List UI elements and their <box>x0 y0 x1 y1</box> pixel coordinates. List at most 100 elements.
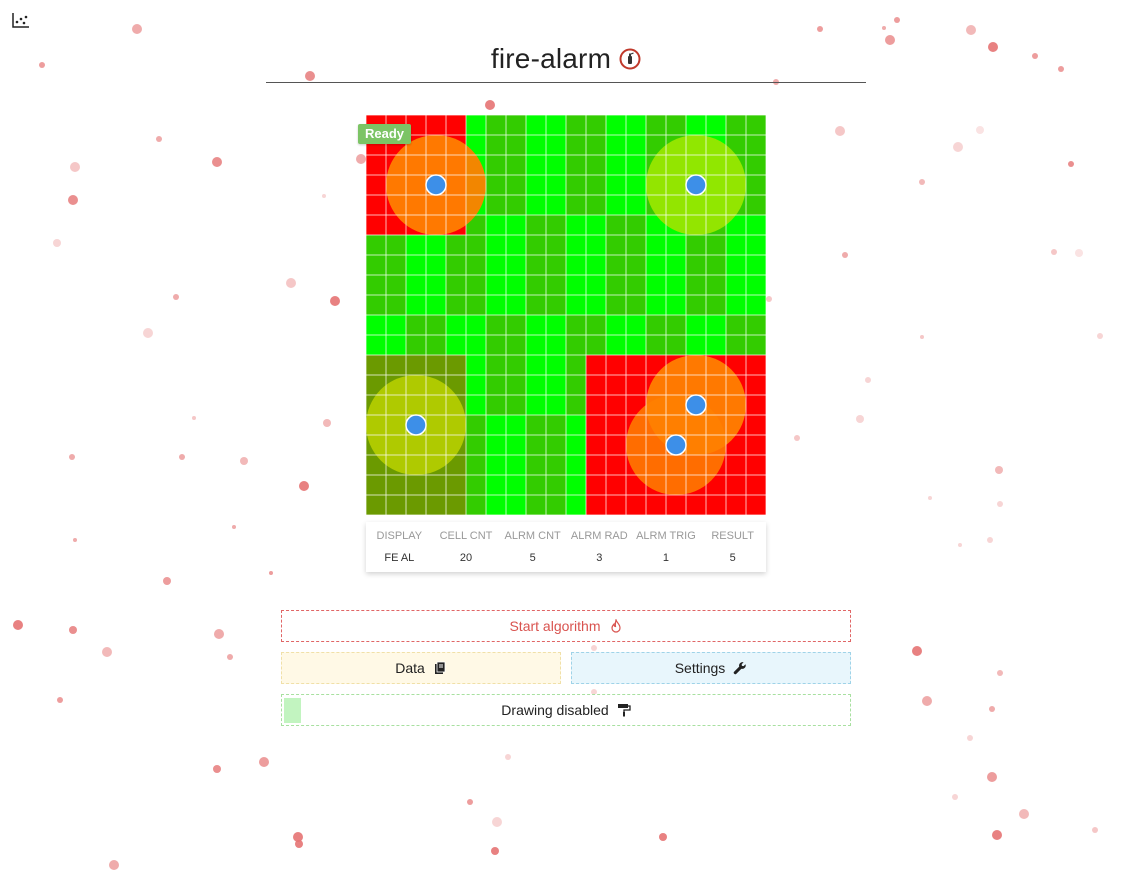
grid-cell[interactable] <box>466 455 486 475</box>
grid-cell[interactable] <box>546 375 566 395</box>
grid-cell[interactable] <box>546 495 566 515</box>
grid-cell[interactable] <box>726 495 746 515</box>
grid-cell[interactable] <box>566 335 586 355</box>
grid-cell[interactable] <box>586 275 606 295</box>
grid-cell[interactable] <box>406 295 426 315</box>
grid-cell[interactable] <box>526 335 546 355</box>
grid-cell[interactable] <box>546 355 566 375</box>
grid-cell[interactable] <box>546 475 566 495</box>
grid-cell[interactable] <box>566 495 586 515</box>
grid-cell[interactable] <box>746 115 766 135</box>
grid-cell[interactable] <box>526 475 546 495</box>
grid-cell[interactable] <box>586 355 606 375</box>
grid-cell[interactable] <box>546 295 566 315</box>
grid-cell[interactable] <box>626 275 646 295</box>
grid-cell[interactable] <box>666 275 686 295</box>
grid-cell[interactable] <box>746 175 766 195</box>
alarm-dot[interactable] <box>685 394 707 416</box>
grid-cell[interactable] <box>366 155 386 175</box>
alarm-dot[interactable] <box>425 174 447 196</box>
alarm-dot[interactable] <box>405 414 427 436</box>
grid-cell[interactable] <box>586 255 606 275</box>
grid-cell[interactable] <box>406 235 426 255</box>
grid-cell[interactable] <box>566 115 586 135</box>
grid-cell[interactable] <box>706 295 726 315</box>
grid-cell[interactable] <box>506 435 526 455</box>
grid-cell[interactable] <box>406 355 426 375</box>
grid-cell[interactable] <box>746 335 766 355</box>
grid-cell[interactable] <box>406 335 426 355</box>
grid-cell[interactable] <box>706 495 726 515</box>
grid-cell[interactable] <box>726 455 746 475</box>
grid-cell[interactable] <box>706 315 726 335</box>
grid-cell[interactable] <box>586 475 606 495</box>
grid-cell[interactable] <box>366 175 386 195</box>
grid-cell[interactable] <box>586 195 606 215</box>
grid-cell[interactable] <box>526 175 546 195</box>
grid-cell[interactable] <box>366 235 386 255</box>
grid-cell[interactable] <box>506 355 526 375</box>
grid-cell[interactable] <box>466 235 486 255</box>
grid-cell[interactable] <box>446 115 466 135</box>
grid-cell[interactable] <box>546 395 566 415</box>
grid-cell[interactable] <box>526 275 546 295</box>
alarm-dot[interactable] <box>665 434 687 456</box>
grid-cell[interactable] <box>606 255 626 275</box>
grid-cell[interactable] <box>626 255 646 275</box>
grid-cell[interactable] <box>746 495 766 515</box>
grid-cell[interactable] <box>386 355 406 375</box>
grid-cell[interactable] <box>406 275 426 295</box>
cell-grid[interactable] <box>366 115 766 515</box>
grid-cell[interactable] <box>506 395 526 415</box>
grid-cell[interactable] <box>606 395 626 415</box>
grid-cell[interactable] <box>566 175 586 195</box>
grid-cell[interactable] <box>366 475 386 495</box>
grid-cell[interactable] <box>746 195 766 215</box>
data-button[interactable]: Data <box>281 652 561 684</box>
grid-cell[interactable] <box>506 475 526 495</box>
grid-cell[interactable] <box>526 495 546 515</box>
grid-cell[interactable] <box>446 275 466 295</box>
grid-cell[interactable] <box>486 375 506 395</box>
grid-cell[interactable] <box>486 155 506 175</box>
grid-cell[interactable] <box>466 115 486 135</box>
grid-cell[interactable] <box>746 355 766 375</box>
grid-cell[interactable] <box>566 135 586 155</box>
grid-cell[interactable] <box>566 395 586 415</box>
grid-cell[interactable] <box>706 115 726 135</box>
grid-cell[interactable] <box>526 375 546 395</box>
grid-cell[interactable] <box>526 195 546 215</box>
grid-cell[interactable] <box>386 255 406 275</box>
grid-cell[interactable] <box>546 175 566 195</box>
grid-cell[interactable] <box>526 135 546 155</box>
grid-cell[interactable] <box>546 335 566 355</box>
grid-cell[interactable] <box>566 375 586 395</box>
grid-cell[interactable] <box>686 275 706 295</box>
grid-cell[interactable] <box>686 335 706 355</box>
grid-cell[interactable] <box>566 235 586 255</box>
grid-cell[interactable] <box>726 275 746 295</box>
grid-cell[interactable] <box>486 215 506 235</box>
grid-cell[interactable] <box>586 215 606 235</box>
grid-cell[interactable] <box>646 115 666 135</box>
grid-cell[interactable] <box>546 455 566 475</box>
grid-cell[interactable] <box>426 255 446 275</box>
grid-cell[interactable] <box>466 435 486 455</box>
grid-cell[interactable] <box>626 355 646 375</box>
grid-cell[interactable] <box>546 255 566 275</box>
grid-cell[interactable] <box>486 495 506 515</box>
grid-cell[interactable] <box>626 215 646 235</box>
grid-cell[interactable] <box>466 315 486 335</box>
grid-cell[interactable] <box>566 195 586 215</box>
grid-cell[interactable] <box>666 335 686 355</box>
grid-cell[interactable] <box>726 255 746 275</box>
grid-cell[interactable] <box>626 195 646 215</box>
grid-cell[interactable] <box>426 235 446 255</box>
grid-cell[interactable] <box>426 335 446 355</box>
grid-cell[interactable] <box>606 115 626 135</box>
grid-cell[interactable] <box>546 415 566 435</box>
grid-cell[interactable] <box>586 175 606 195</box>
grid-cell[interactable] <box>606 435 626 455</box>
grid-cell[interactable] <box>386 475 406 495</box>
grid-cell[interactable] <box>446 295 466 315</box>
